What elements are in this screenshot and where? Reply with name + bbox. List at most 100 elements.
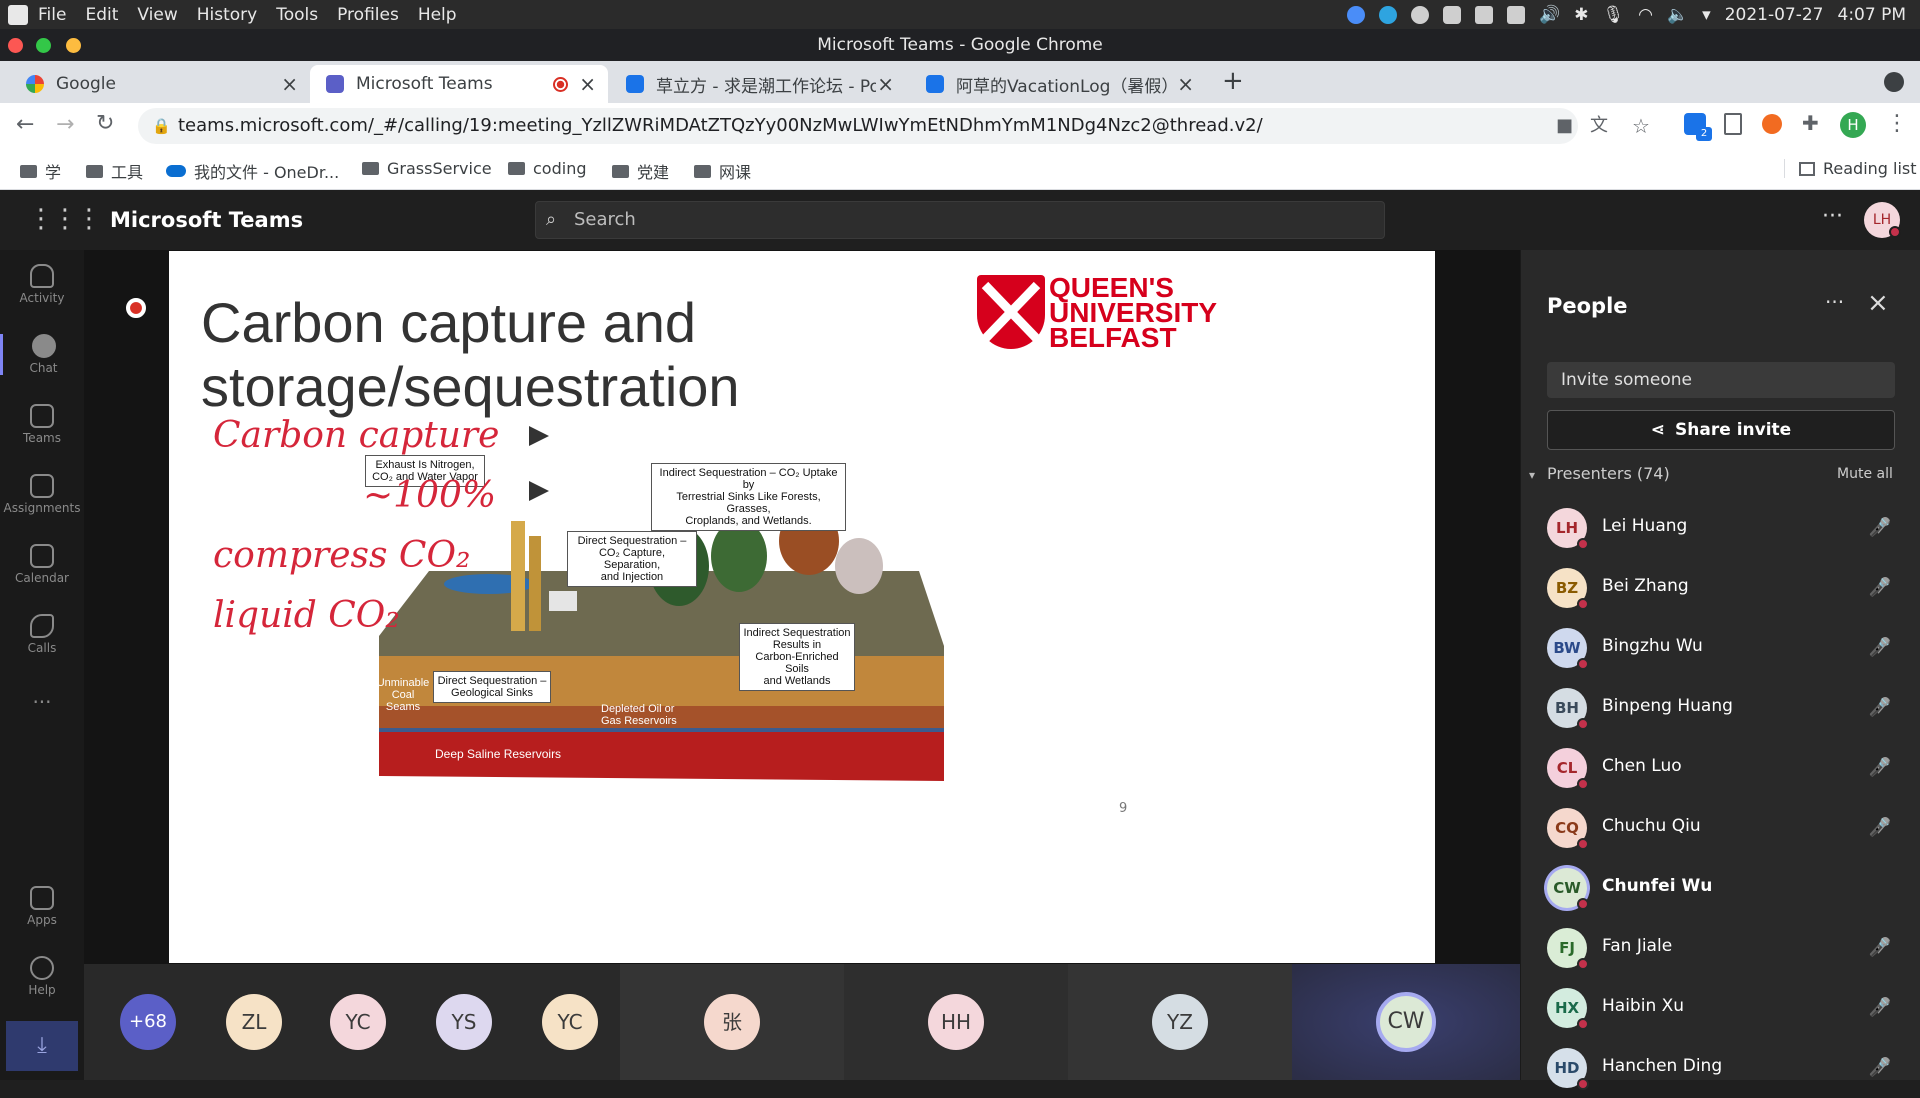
participant-avatar[interactable]: YC — [542, 994, 598, 1050]
bookmark-star-icon[interactable]: ☆ — [1632, 108, 1650, 144]
back-icon[interactable]: ← — [16, 112, 34, 137]
chat-tray-icon[interactable] — [1443, 5, 1462, 24]
tab-search-icon[interactable] — [1884, 72, 1904, 92]
extension-orange-icon[interactable] — [1762, 114, 1782, 134]
people-more-icon[interactable]: ··· — [1825, 290, 1844, 314]
new-tab-button[interactable]: + — [1222, 66, 1244, 96]
video-tile[interactable]: YZ — [1068, 964, 1292, 1080]
video-tile[interactable]: 张 — [620, 964, 844, 1080]
os-menu-tools[interactable]: Tools — [276, 5, 318, 25]
media-play-icon[interactable] — [1411, 5, 1430, 24]
close-window-button[interactable] — [8, 38, 23, 53]
rail-teams[interactable]: Teams — [0, 404, 84, 445]
mic-off-icon[interactable]: 🎤̸ — [1869, 757, 1891, 778]
mute-all-button[interactable]: Mute all — [1837, 466, 1893, 482]
presenters-chevron-icon[interactable]: ▾ — [1529, 468, 1535, 482]
mic-off-icon[interactable]: 🎤̸ — [1869, 517, 1891, 538]
participant-row[interactable]: CW Chunfei Wu — [1521, 858, 1920, 918]
os-menu-file[interactable]: File — [38, 5, 66, 25]
app-launcher-icon[interactable]: ⋮⋮⋮ — [28, 204, 102, 234]
search-input[interactable]: ⌕ Search — [535, 201, 1385, 239]
keyboard-icon[interactable] — [1507, 5, 1526, 24]
participant-row[interactable]: FJ Fan Jiale 🎤̸ — [1521, 918, 1920, 978]
more-options-icon[interactable]: ··· — [1822, 204, 1843, 229]
participant-row[interactable]: BZ Bei Zhang 🎤̸ — [1521, 558, 1920, 618]
participant-row[interactable]: HX Haibin Xu 🎤̸ — [1521, 978, 1920, 1038]
clipboard-icon[interactable] — [1475, 5, 1494, 24]
os-menu-history[interactable]: History — [197, 5, 257, 25]
participant-row[interactable]: CL Chen Luo 🎤̸ — [1521, 738, 1920, 798]
presenters-header[interactable]: Presenters (74) — [1547, 464, 1670, 483]
lock-icon[interactable]: 🔒 — [152, 108, 171, 144]
chrome-menu-icon[interactable]: ⋮ — [1886, 111, 1908, 136]
participant-row[interactable]: CQ Chuchu Qiu 🎤̸ — [1521, 798, 1920, 858]
bookmark-folder[interactable]: 工具 — [86, 159, 143, 183]
url-input[interactable]: 🔒 teams.microsoft.com/_#/calling/19:meet… — [138, 108, 1650, 144]
wifi-icon[interactable]: ◠ — [1638, 5, 1653, 25]
rail-assignments[interactable]: Assignments — [0, 474, 84, 515]
tab-microsoft-teams[interactable]: Microsoft Teams × — [310, 65, 608, 103]
os-logo-icon[interactable] — [8, 5, 28, 25]
participant-row[interactable]: BH Binpeng Huang 🎤̸ — [1521, 678, 1920, 738]
dropdown-arrow-icon[interactable]: ▾ — [1702, 5, 1711, 25]
participant-row[interactable]: BW Bingzhu Wu 🎤̸ — [1521, 618, 1920, 678]
info-icon[interactable] — [1347, 5, 1366, 24]
close-panel-icon[interactable]: × — [1867, 288, 1889, 318]
maximize-window-button[interactable] — [66, 38, 81, 53]
close-icon[interactable]: × — [877, 72, 894, 96]
os-menu-help[interactable]: Help — [418, 5, 457, 25]
tab-caolifang-forum[interactable]: 草立方 - 求是潮工作论坛 - Pow × — [610, 65, 906, 103]
close-icon[interactable]: × — [281, 72, 298, 96]
mic-off-icon[interactable]: 🎤̸ — [1869, 997, 1891, 1018]
video-tile[interactable]: HH — [844, 964, 1068, 1080]
participant-row[interactable]: LH Lei Huang 🎤̸ — [1521, 498, 1920, 558]
participant-avatar[interactable]: YS — [436, 994, 492, 1050]
rail-more-apps[interactable]: ··· — [0, 690, 84, 714]
close-icon[interactable]: × — [579, 72, 596, 96]
share-invite-button[interactable]: ⋖ Share invite — [1547, 410, 1895, 450]
rail-chat[interactable]: Chat — [0, 334, 84, 375]
microphone-icon[interactable]: 🎙 — [1603, 5, 1625, 25]
more-participants-button[interactable]: +68 — [120, 994, 176, 1050]
translate-icon[interactable]: 文 — [1590, 108, 1608, 144]
download-button[interactable]: ⤓ — [6, 1021, 78, 1071]
forward-icon[interactable]: → — [56, 112, 74, 137]
mic-off-icon[interactable]: 🎤̸ — [1869, 937, 1891, 958]
close-icon[interactable]: × — [1177, 72, 1194, 96]
puzzle-icon[interactable]: ✚ — [1802, 111, 1819, 135]
rail-calendar[interactable]: Calendar — [0, 544, 84, 585]
reload-icon[interactable]: ↻ — [96, 111, 114, 136]
profile-avatar[interactable]: H — [1840, 112, 1866, 138]
participant-row[interactable]: HD Hanchen Ding 🎤̸ — [1521, 1038, 1920, 1098]
invite-input[interactable]: Invite someone — [1547, 362, 1895, 398]
minimize-window-button[interactable] — [36, 38, 51, 53]
camera-icon[interactable]: ■ — [1556, 108, 1573, 144]
bookmark-onedrive[interactable]: 我的文件 - OneDr... — [166, 159, 339, 183]
rail-help[interactable]: Help — [0, 956, 84, 997]
mic-off-icon[interactable]: 🎤̸ — [1869, 1057, 1891, 1078]
os-menu-edit[interactable]: Edit — [85, 5, 118, 25]
mic-off-icon[interactable]: 🎤̸ — [1869, 817, 1891, 838]
volume-icon[interactable]: 🔊 — [1539, 5, 1560, 25]
telegram-icon[interactable] — [1379, 5, 1398, 24]
bookmark-folder[interactable]: coding — [508, 159, 586, 178]
os-menu-profiles[interactable]: Profiles — [337, 5, 399, 25]
speaker-muted-icon[interactable]: 🔈 — [1667, 5, 1688, 25]
participant-avatar[interactable]: ZL — [226, 994, 282, 1050]
rail-activity[interactable]: Activity — [0, 264, 84, 305]
mic-off-icon[interactable]: 🎤̸ — [1869, 637, 1891, 658]
os-menu-view[interactable]: View — [137, 5, 177, 25]
bookmark-folder[interactable]: GrassService — [362, 159, 492, 178]
mic-off-icon[interactable]: 🎤̸ — [1869, 697, 1891, 718]
bookmark-folder[interactable]: 党建 — [612, 159, 669, 183]
reading-list-button[interactable]: Reading list — [1784, 159, 1917, 178]
bookmark-folder[interactable]: 学 — [20, 159, 61, 183]
rail-calls[interactable]: Calls — [0, 614, 84, 655]
rail-apps[interactable]: Apps — [0, 886, 84, 927]
video-tile[interactable]: CW — [1292, 964, 1520, 1080]
bookmark-folder[interactable]: 网课 — [694, 159, 751, 183]
participant-avatar[interactable]: YC — [330, 994, 386, 1050]
bluetooth-icon[interactable]: ✱ — [1574, 5, 1588, 25]
mic-off-icon[interactable]: 🎤̸ — [1869, 577, 1891, 598]
tab-vacation-log[interactable]: 阿草的VacationLog（暑假） × — [910, 65, 1206, 103]
